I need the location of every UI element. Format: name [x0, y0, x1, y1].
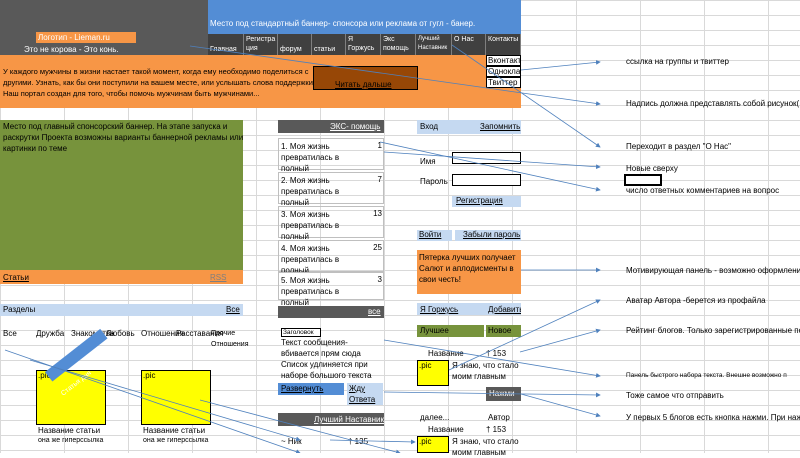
- arrow-bottom-4: [329, 439, 416, 445]
- arrow-press: [520, 393, 601, 418]
- annotation-arrows: [4, 44, 601, 453]
- arrow-slogan: [189, 45, 601, 106]
- arrow-newest: [383, 151, 601, 170]
- arrow-rating: [519, 328, 601, 353]
- arrow-bottom-2: [29, 359, 301, 442]
- arrow-quick-panel: [383, 339, 601, 378]
- arrow-about: [451, 44, 601, 148]
- arrow-same-as-send: [383, 391, 601, 398]
- arrow-avatar: [448, 299, 601, 371]
- arrow-social: [520, 60, 601, 71]
- arrow-comments: [379, 141, 601, 192]
- arrow-bottom-3: [199, 399, 401, 453]
